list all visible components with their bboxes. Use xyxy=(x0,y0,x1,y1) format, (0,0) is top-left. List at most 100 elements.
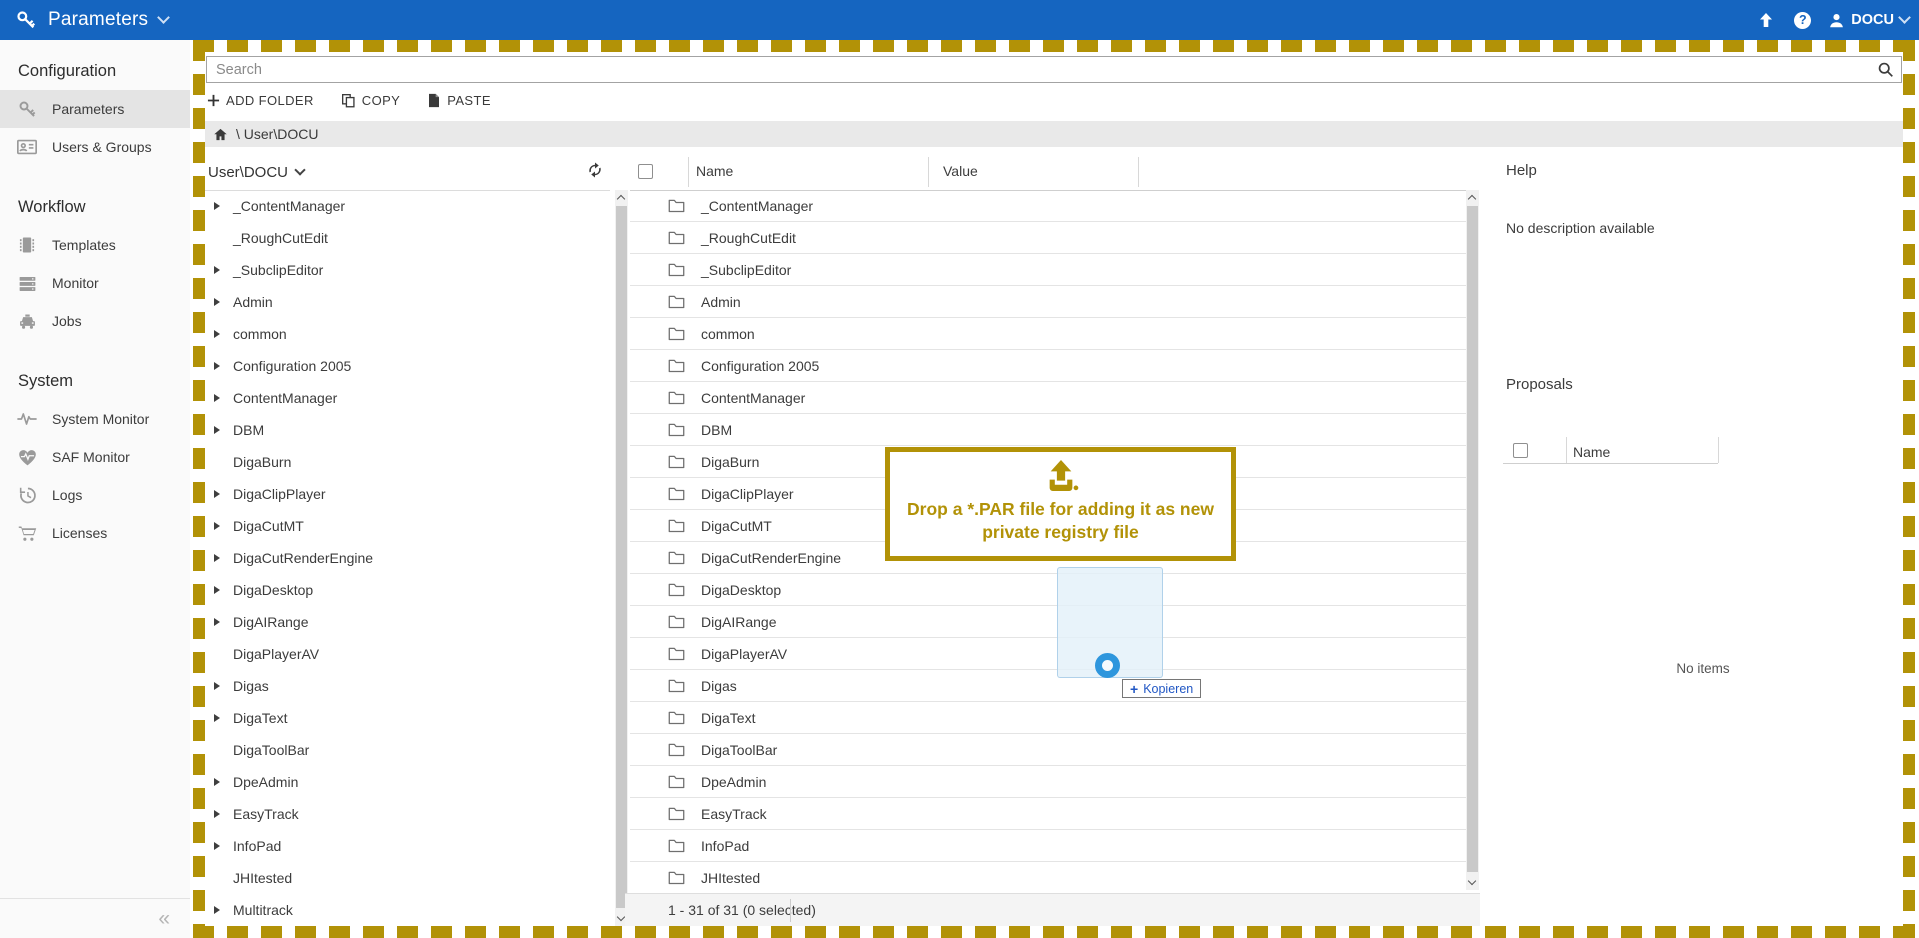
sidebar-item-jobs[interactable]: Jobs xyxy=(0,302,190,340)
expand-arrow-icon[interactable] xyxy=(214,330,220,338)
tree-item[interactable]: Multitrack xyxy=(205,894,600,926)
tree-item[interactable]: DBM xyxy=(205,414,600,446)
collapse-sidebar-button[interactable]: « xyxy=(158,908,170,929)
proposals-column-name[interactable]: Name xyxy=(1573,444,1610,460)
expand-arrow-icon[interactable] xyxy=(214,394,220,402)
tree-item[interactable]: _RoughCutEdit xyxy=(205,222,600,254)
tree-item[interactable]: ContentManager xyxy=(205,382,600,414)
expand-arrow-icon[interactable] xyxy=(214,426,220,434)
column-divider[interactable] xyxy=(928,157,929,187)
tree-item[interactable]: Digas xyxy=(205,670,600,702)
tree-item[interactable]: JHItested xyxy=(205,862,600,894)
drop-par-overlay[interactable]: Drop a *.PAR file for adding it as new p… xyxy=(885,447,1236,561)
table-row[interactable]: DigaDesktop xyxy=(630,574,1466,606)
expand-arrow-icon[interactable] xyxy=(214,522,220,530)
expand-arrow-icon[interactable] xyxy=(214,554,220,562)
expand-arrow-icon[interactable] xyxy=(214,682,220,690)
expand-arrow-icon[interactable] xyxy=(214,842,220,850)
expand-arrow-icon[interactable] xyxy=(214,906,220,914)
tree-item[interactable]: _SubclipEditor xyxy=(205,254,600,286)
tree-scrollbar-thumb[interactable] xyxy=(616,206,627,908)
copy-button[interactable]: COPY xyxy=(341,93,400,108)
table-scrollbar[interactable] xyxy=(1466,190,1479,890)
column-divider[interactable] xyxy=(1138,157,1139,187)
tree-root-selector[interactable]: User\DOCU xyxy=(205,154,610,190)
expand-arrow-icon[interactable] xyxy=(214,810,220,818)
scroll-down-icon[interactable] xyxy=(617,913,625,921)
proposals-select-all-checkbox[interactable] xyxy=(1513,443,1528,458)
tree-item[interactable]: DigaCutRenderEngine xyxy=(205,542,600,574)
table-row[interactable]: common xyxy=(630,318,1466,350)
scroll-down-icon[interactable] xyxy=(1468,877,1476,885)
expand-arrow-icon[interactable] xyxy=(214,362,220,370)
table-row[interactable]: ContentManager xyxy=(630,382,1466,414)
search-input[interactable] xyxy=(206,56,1902,83)
paste-button[interactable]: PASTE xyxy=(427,93,491,108)
select-all-checkbox[interactable] xyxy=(638,164,653,179)
add-folder-button[interactable]: ADD FOLDER xyxy=(207,93,314,108)
tree-item[interactable]: EasyTrack xyxy=(205,798,600,830)
table-row[interactable]: Admin xyxy=(630,286,1466,318)
sidebar-item-system-monitor[interactable]: System Monitor xyxy=(0,400,190,438)
sidebar-item-parameters[interactable]: Parameters xyxy=(0,90,190,128)
tree-item[interactable]: _ContentManager xyxy=(205,190,600,222)
tree-item[interactable]: Admin xyxy=(205,286,600,318)
scroll-up-icon[interactable] xyxy=(617,195,625,203)
expand-arrow-icon[interactable] xyxy=(214,586,220,594)
sidebar-item-monitor[interactable]: Monitor xyxy=(0,264,190,302)
home-icon[interactable] xyxy=(213,127,228,142)
expand-arrow-icon[interactable] xyxy=(214,266,220,274)
expand-arrow-icon[interactable] xyxy=(214,618,220,626)
table-row[interactable]: EasyTrack xyxy=(630,798,1466,830)
expand-arrow-icon[interactable] xyxy=(214,490,220,498)
tree-scrollbar[interactable] xyxy=(615,190,628,926)
tree-item[interactable]: InfoPad xyxy=(205,830,600,862)
column-header-name[interactable]: Name xyxy=(696,163,733,179)
table-row[interactable]: _ContentManager xyxy=(630,190,1466,222)
upload-button[interactable] xyxy=(1755,9,1777,31)
sidebar-item-licenses[interactable]: Licenses xyxy=(0,514,190,552)
table-row[interactable]: DigaText xyxy=(630,702,1466,734)
tree-item[interactable]: DigaText xyxy=(205,702,600,734)
table-row[interactable]: DBM xyxy=(630,414,1466,446)
table-row[interactable]: DpeAdmin xyxy=(630,766,1466,798)
sidebar-item-users-groups[interactable]: Users & Groups xyxy=(0,128,190,166)
tree-item[interactable]: DigaPlayerAV xyxy=(205,638,600,670)
help-button[interactable]: ? xyxy=(1794,12,1811,29)
search-icon[interactable] xyxy=(1877,61,1894,78)
expand-arrow-icon[interactable] xyxy=(214,778,220,786)
sidebar-item-logs[interactable]: Logs xyxy=(0,476,190,514)
tree-item[interactable]: DigaDesktop xyxy=(205,574,600,606)
app-menu[interactable]: Parameters xyxy=(0,9,168,31)
tree-item[interactable]: DigaBurn xyxy=(205,446,600,478)
tree-item[interactable]: common xyxy=(205,318,600,350)
expand-arrow-icon[interactable] xyxy=(214,202,220,210)
table-row[interactable]: Digas xyxy=(630,670,1466,702)
table-row[interactable]: _RoughCutEdit xyxy=(630,222,1466,254)
table-row[interactable]: JHItested xyxy=(630,862,1466,890)
sidebar-item-saf-monitor[interactable]: SAF Monitor xyxy=(0,438,190,476)
tree-item[interactable]: DpeAdmin xyxy=(205,766,600,798)
table-row[interactable]: InfoPad xyxy=(630,830,1466,862)
table-scrollbar-thumb[interactable] xyxy=(1467,206,1478,872)
column-divider[interactable] xyxy=(688,157,689,187)
tree-item[interactable]: DigaClipPlayer xyxy=(205,478,600,510)
table-row[interactable]: DigaPlayerAV xyxy=(630,638,1466,670)
breadcrumb[interactable]: \ User\DOCU xyxy=(205,121,1903,147)
column-header-value[interactable]: Value xyxy=(943,163,978,179)
tree-item[interactable]: DigAIRange xyxy=(205,606,600,638)
user-menu[interactable]: DOCU xyxy=(1828,12,1909,29)
table-row[interactable]: DigaToolBar xyxy=(630,734,1466,766)
tree-item[interactable]: DigaToolBar xyxy=(205,734,600,766)
expand-arrow-icon[interactable] xyxy=(214,714,220,722)
tree-item[interactable]: Configuration 2005 xyxy=(205,350,600,382)
table-row[interactable]: Configuration 2005 xyxy=(630,350,1466,382)
scroll-up-icon[interactable] xyxy=(1468,195,1476,203)
paste-icon xyxy=(427,93,441,108)
table-row[interactable]: _SubclipEditor xyxy=(630,254,1466,286)
refresh-button[interactable] xyxy=(586,161,604,179)
tree-item[interactable]: DigaCutMT xyxy=(205,510,600,542)
sidebar-item-templates[interactable]: Templates xyxy=(0,226,190,264)
table-row[interactable]: DigAIRange xyxy=(630,606,1466,638)
expand-arrow-icon[interactable] xyxy=(214,298,220,306)
